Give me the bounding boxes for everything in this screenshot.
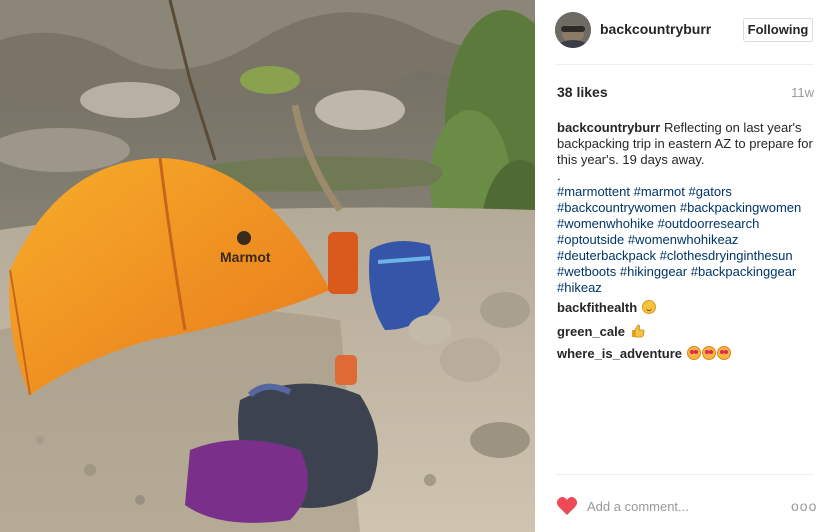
comment-username[interactable]: where_is_adventure (557, 346, 682, 361)
likes-count[interactable]: 38 likes (557, 84, 608, 100)
divider (555, 64, 814, 65)
like-button[interactable] (556, 496, 578, 516)
heart-eyes-emoji-icon (716, 346, 731, 360)
comment-input[interactable] (587, 496, 787, 516)
hashtag-link[interactable]: #marmottent (557, 184, 630, 199)
hashtag-link[interactable]: #marmot (634, 184, 685, 199)
avatar-image (555, 12, 591, 48)
caption-username[interactable]: backcountryburr (557, 120, 660, 135)
thumbs-up-emoji-icon (631, 324, 645, 338)
hashtag-link[interactable]: #deuterbackpack (557, 248, 656, 263)
comment-item: where_is_adventure (557, 346, 731, 362)
post-username[interactable]: backcountryburr (600, 21, 711, 37)
caption-dot: . (557, 168, 561, 183)
post-header: backcountryburr Following (535, 0, 834, 62)
hashtag-link[interactable]: #backpackingwomen (680, 200, 801, 215)
hashtag-link[interactable]: #outdoorresearch (657, 216, 759, 231)
hashtag-link[interactable]: #hikeaz (557, 280, 602, 295)
post-photo[interactable]: Marmot (0, 0, 535, 532)
hashtag-link[interactable]: #optoutside (557, 232, 624, 247)
smile-emoji-icon (641, 300, 656, 314)
comment-username[interactable]: green_cale (557, 324, 625, 339)
hashtag-link[interactable]: #womenwhohikeaz (628, 232, 739, 247)
hashtag-link[interactable]: #backpackinggear (691, 264, 797, 279)
heart-icon (556, 497, 578, 515)
divider (555, 474, 814, 475)
hashtag-link[interactable]: #clothesdryinginthesun (660, 248, 793, 263)
hashtag-link[interactable]: #gators (689, 184, 732, 199)
following-button[interactable]: Following (743, 18, 813, 42)
comment-item: green_cale (557, 324, 645, 340)
hashtag-link[interactable]: #wetboots (557, 264, 616, 279)
more-options-button[interactable]: ooo (791, 498, 817, 514)
heart-eyes-emoji-icon (686, 346, 701, 360)
hashtag-link[interactable]: #hikinggear (620, 264, 687, 279)
post-caption: backcountryburr Reflecting on last year'… (557, 120, 819, 296)
post-side-panel: backcountryburr Following 38 likes 11w b… (535, 0, 834, 532)
heart-eyes-emoji-icon (701, 346, 716, 360)
avatar[interactable] (555, 12, 591, 48)
hashtag-link[interactable]: #backcountrywomen (557, 200, 676, 215)
tent-logo-text: Marmot (220, 249, 271, 265)
hashtag-list: #marmottent #marmot #gators #backcountry… (557, 184, 801, 295)
hashtag-link[interactable]: #womenwhohike (557, 216, 654, 231)
comment-item: backfithealth (557, 300, 656, 316)
comment-username[interactable]: backfithealth (557, 300, 637, 315)
post-time[interactable]: 11w (791, 85, 814, 100)
